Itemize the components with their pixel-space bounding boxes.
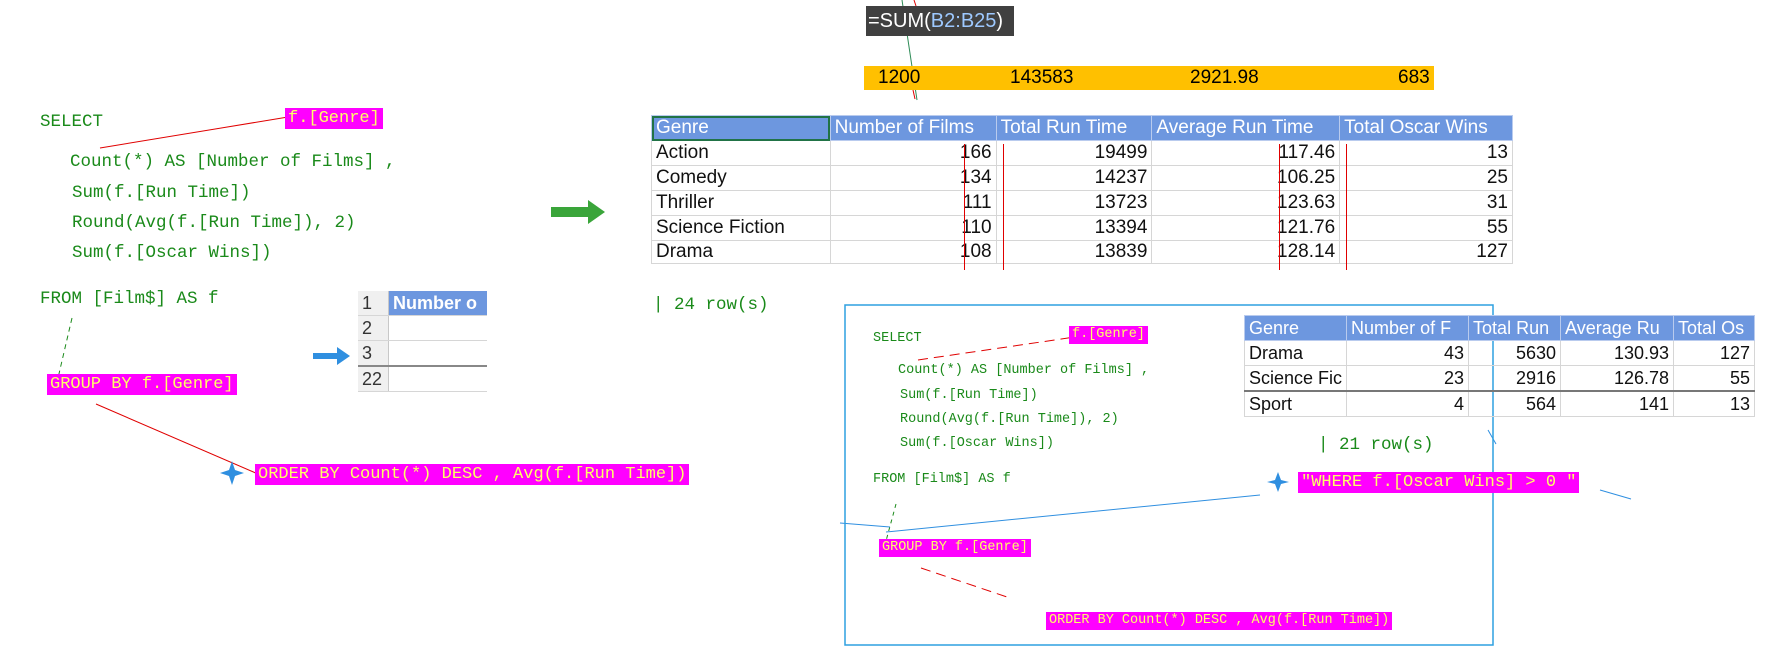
- order-by-highlight: ORDER BY Count(*) DESC , Avg(f.[Run Time…: [1046, 612, 1393, 630]
- cell[interactable]: 31: [1339, 190, 1513, 216]
- group-by-highlight: GROUP BY f.[Genre]: [47, 374, 237, 395]
- sql-round-line: Round(Avg(f.[Run Time]), 2): [72, 213, 356, 233]
- cell[interactable]: 5630: [1468, 340, 1562, 366]
- table-row: Sport 4 564 141 13: [1243, 390, 1756, 417]
- cell[interactable]: 564: [1468, 390, 1562, 417]
- row-number[interactable]: 3: [358, 340, 389, 367]
- order-by-highlight: ORDER BY Count(*) DESC , Avg(f.[Run Time…: [255, 464, 690, 485]
- header-total-oscar-wins[interactable]: Total Oscar Wins: [1339, 115, 1513, 141]
- sql-sum-oscar-line: Sum(f.[Oscar Wins]): [900, 436, 1054, 451]
- cell[interactable]: 13: [1673, 390, 1756, 417]
- table-row: Action 166 19499 117.46 13: [651, 140, 1513, 166]
- cell[interactable]: Action: [651, 140, 831, 166]
- row-count-label: | 24 row(s): [653, 295, 769, 315]
- table-header-row: Genre Number of Films Total Run Time Ave…: [651, 115, 1513, 141]
- table-row: Science Fic 23 2916 126.78 55: [1243, 365, 1756, 392]
- sql-count-line: Count(*) AS [Number of Films] ,: [898, 363, 1150, 378]
- table-row: Drama 108 13839 128.14 127: [651, 240, 1513, 264]
- sparkle-icon: [220, 461, 244, 485]
- cell[interactable]: 55: [1339, 215, 1513, 241]
- cell[interactable]: [388, 315, 487, 341]
- row-number[interactable]: 2: [358, 315, 389, 341]
- arrow-right-icon: [551, 200, 605, 224]
- sql-select-keyword: SELECT: [873, 331, 922, 346]
- sql-select-keyword: SELECT: [40, 112, 104, 132]
- cell[interactable]: 127: [1339, 240, 1513, 264]
- mini-sheet: 1 Number o 2 3 22: [358, 291, 487, 392]
- cell[interactable]: 14237: [995, 165, 1153, 191]
- genre-highlight: f.[Genre]: [285, 108, 383, 129]
- sheet-row: 3: [358, 340, 487, 367]
- table-row: Comedy 134 14237 106.25 25: [651, 165, 1513, 191]
- cell[interactable]: 19499: [995, 140, 1153, 166]
- row-number[interactable]: 22: [358, 366, 389, 392]
- cell[interactable]: 23: [1346, 365, 1470, 392]
- cell[interactable]: 4: [1346, 390, 1470, 417]
- table-cutoff-mask: [651, 270, 1515, 282]
- cell[interactable]: 13394: [995, 215, 1153, 241]
- header-total-run-time[interactable]: Total Run: [1468, 315, 1562, 341]
- sheet-row: 22: [358, 366, 487, 392]
- totals-row: 1200 143583 2921.98 683: [864, 66, 1434, 90]
- group-by-highlight: GROUP BY f.[Genre]: [879, 539, 1031, 557]
- sql-sum-oscar-line: Sum(f.[Oscar Wins]): [72, 243, 272, 263]
- table-row: Thriller 111 13723 123.63 31: [651, 190, 1513, 216]
- cell[interactable]: Number o: [388, 291, 487, 316]
- cell[interactable]: 126.78: [1560, 365, 1675, 392]
- cell[interactable]: 13839: [995, 240, 1153, 264]
- header-total-run-time[interactable]: Total Run Time: [995, 115, 1153, 141]
- sql-sum-runtime-line: Sum(f.[Run Time]): [900, 388, 1038, 403]
- sheet-row: 1 Number o: [358, 291, 487, 316]
- cell[interactable]: 13723: [995, 190, 1153, 216]
- cell[interactable]: Science Fic: [1243, 365, 1348, 392]
- table-header-row: Genre Number of F Total Run Average Ru T…: [1243, 315, 1756, 341]
- sql-from-line: FROM [Film$] AS f: [40, 289, 219, 309]
- main-result-table: Genre Number of Films Total Run Time Ave…: [651, 115, 1513, 264]
- sql-from-line: FROM [Film$] AS f: [873, 472, 1011, 487]
- header-total-oscar-wins[interactable]: Total Os: [1673, 315, 1756, 341]
- cell[interactable]: 13: [1339, 140, 1513, 166]
- header-genre[interactable]: Genre: [651, 115, 831, 141]
- cell[interactable]: [388, 340, 487, 367]
- table-row: Drama 43 5630 130.93 127: [1243, 340, 1756, 366]
- column-highlight-box: [964, 144, 1004, 270]
- cell[interactable]: Thriller: [651, 190, 831, 216]
- row-count-label: | 21 row(s): [1318, 435, 1434, 455]
- table-row: Science Fiction 110 13394 121.76 55: [651, 215, 1513, 241]
- header-average-run-time[interactable]: Average Run Time: [1151, 115, 1341, 141]
- cell[interactable]: [388, 366, 487, 392]
- total-films: 1200: [878, 67, 921, 88]
- header-number-of-films[interactable]: Number of F: [1346, 315, 1470, 341]
- total-oscars: 683: [1398, 67, 1430, 88]
- cell[interactable]: 127: [1673, 340, 1756, 366]
- arrow-right-icon: [313, 347, 350, 365]
- cell[interactable]: Drama: [651, 240, 831, 264]
- header-genre[interactable]: Genre: [1243, 315, 1348, 341]
- cell[interactable]: 43: [1346, 340, 1470, 366]
- genre-highlight: f.[Genre]: [1069, 326, 1148, 344]
- cell[interactable]: Drama: [1243, 340, 1348, 366]
- cell[interactable]: 130.93: [1560, 340, 1675, 366]
- cell[interactable]: Sport: [1243, 390, 1348, 417]
- right-result-table: Genre Number of F Total Run Average Ru T…: [1243, 315, 1756, 417]
- column-highlight-box: [1279, 144, 1347, 270]
- row-number[interactable]: 1: [358, 291, 389, 316]
- header-average-run-time[interactable]: Average Ru: [1560, 315, 1675, 341]
- sheet-row: 2: [358, 315, 487, 341]
- sparkle-icon: [1267, 472, 1289, 492]
- total-average: 2921.98: [1190, 67, 1259, 88]
- cell[interactable]: 2916: [1468, 365, 1562, 392]
- sql-sum-runtime-line: Sum(f.[Run Time]): [72, 183, 251, 203]
- sql-round-line: Round(Avg(f.[Run Time]), 2): [900, 412, 1119, 427]
- cell[interactable]: 141: [1560, 390, 1675, 417]
- header-number-of-films[interactable]: Number of Films: [829, 115, 997, 141]
- where-highlight: "WHERE f.[Oscar Wins] > 0 ": [1298, 472, 1580, 493]
- cell[interactable]: Science Fiction: [651, 215, 831, 241]
- sql-count-line: Count(*) AS [Number of Films] ,: [70, 152, 396, 172]
- formula-bar[interactable]: =SUM(B2:B25): [866, 6, 1014, 36]
- total-run-time: 143583: [1010, 67, 1074, 88]
- cell[interactable]: 25: [1339, 165, 1513, 191]
- cell[interactable]: Comedy: [651, 165, 831, 191]
- cell[interactable]: 55: [1673, 365, 1756, 392]
